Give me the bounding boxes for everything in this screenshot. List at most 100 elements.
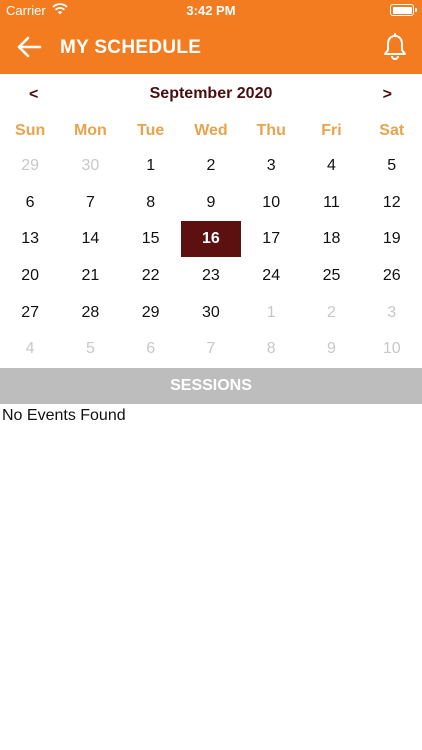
calendar-day[interactable]: 7 [181,331,241,368]
calendar-day[interactable]: 13 [0,221,60,258]
weekday-label: Tue [137,122,165,139]
calendar-grid: 29 30 1 2 3 4 5 6 7 8 9 10 11 12 13 14 15 16 17 18 19 20 21 22 2… [0,148,422,368]
weekday-label: Sat [379,122,405,139]
calendar-day[interactable]: 4 [0,331,60,368]
calendar-day[interactable]: 6 [121,331,181,368]
calendar-day[interactable]: 10 [241,185,301,222]
weekday-label: Mon [73,122,107,139]
calendar-day-number: 2 [206,157,216,175]
calendar-day[interactable]: 23 [181,258,241,295]
calendar-day-number: 12 [382,193,401,211]
calendar-day-number: 1 [146,157,156,175]
calendar-day[interactable]: 30 [181,294,241,331]
calendar-day[interactable]: 19 [362,221,422,258]
calendar-day[interactable]: 8 [241,331,301,368]
battery-icon [390,4,417,16]
calendar-day[interactable]: 21 [60,258,120,295]
calendar-day-number: 28 [81,303,100,321]
calendar-day-number: 18 [322,230,341,248]
calendar-day[interactable]: 17 [241,221,301,258]
calendar-day-number: 14 [81,230,100,248]
calendar-week-row: 27 28 29 30 1 2 3 [0,294,422,331]
calendar-day-number: 17 [262,230,281,248]
calendar-day[interactable]: 9 [301,331,361,368]
calendar-day[interactable]: 8 [121,185,181,222]
calendar-day-number: 19 [382,230,401,248]
calendar-day[interactable]: 29 [0,148,60,185]
calendar-day[interactable]: 18 [301,221,361,258]
calendar-day-number: 5 [387,157,397,175]
sessions-list: No Events Found [0,404,422,750]
calendar-day-number: 29 [141,303,160,321]
calendar-day[interactable]: 14 [60,221,120,258]
page-title: MY SCHEDULE [60,37,202,58]
calendar-day-number: 2 [327,303,336,321]
calendar-day-number: 27 [21,303,40,321]
calendar-day[interactable]: 22 [121,258,181,295]
calendar-day-selected[interactable]: 16 [180,221,241,258]
month-label: September 2020 [149,85,273,102]
bell-icon[interactable] [382,33,408,61]
calendar-day-number: 9 [206,193,216,211]
calendar-day[interactable]: 5 [362,148,422,185]
calendar-day[interactable]: 2 [301,294,361,331]
calendar-day[interactable]: 3 [362,294,422,331]
empty-state-message: No Events Found [2,407,126,424]
next-month-button[interactable]: > [383,86,392,104]
arrow-left-icon[interactable] [16,34,42,60]
nav-bar: MY SCHEDULE [0,20,422,74]
calendar-day[interactable]: 26 [362,258,422,295]
calendar-day-number: 10 [382,340,401,358]
calendar-day-number: 30 [202,303,220,321]
calendar-day[interactable]: 11 [301,185,361,222]
calendar-day[interactable]: 30 [60,148,120,185]
calendar-day[interactable]: 29 [121,294,181,331]
calendar-day[interactable]: 25 [301,258,361,295]
weekday-label: Wed [194,122,228,139]
calendar-day-number: 7 [206,340,216,358]
calendar-day-number: 25 [322,267,341,285]
calendar-day[interactable]: 4 [301,148,361,185]
calendar-day-number: 1 [266,303,276,321]
calendar-week-row: 4 5 6 7 8 9 10 [0,331,422,368]
calendar-day-number: 9 [327,340,336,358]
calendar-day-number: 3 [387,303,397,321]
calendar-day[interactable]: 1 [121,148,181,185]
calendar-day[interactable]: 1 [241,294,301,331]
calendar-day[interactable]: 10 [362,331,422,368]
calendar-day[interactable]: 27 [0,294,60,331]
calendar-day[interactable]: 3 [241,148,301,185]
calendar-day-number: 23 [202,267,220,285]
calendar-day[interactable]: 6 [0,185,60,222]
calendar-day[interactable]: 7 [60,185,120,222]
calendar-day-number: 21 [81,267,100,285]
calendar-day-number: 11 [323,193,340,211]
weekday-label: Fri [321,122,342,139]
sessions-header: SESSIONS [0,368,422,404]
calendar-day-number: 20 [21,267,40,285]
calendar-day[interactable]: 5 [60,331,120,368]
calendar-week-row: 29 30 1 2 3 4 5 [0,148,422,185]
calendar-day-number: 4 [327,157,336,175]
calendar-day-number: 26 [382,267,401,285]
calendar-day[interactable]: 12 [362,185,422,222]
calendar-day[interactable]: 24 [241,258,301,295]
calendar-day-number: 29 [21,157,40,175]
calendar-day-number: 4 [25,340,35,358]
calendar-day-number: 22 [141,267,160,285]
calendar-day-number: 8 [146,193,156,211]
calendar-day-number: 8 [266,340,276,358]
weekday-label: Sun [15,122,46,139]
calendar-day[interactable]: 9 [181,185,241,222]
calendar-day-number: 16 [180,221,241,258]
calendar-day-number: 7 [85,193,95,211]
calendar-day[interactable]: 20 [0,258,60,295]
calendar-day[interactable]: 28 [60,294,120,331]
calendar-day-number: 10 [262,193,281,211]
calendar-day-number: 6 [25,193,35,211]
calendar-week-row: 20 21 22 23 24 25 26 [0,258,422,295]
weekday-label: Thu [256,122,286,139]
calendar-day[interactable]: 2 [181,148,241,185]
status-bar: Carrier 3:42 PM [0,0,422,20]
calendar-day[interactable]: 15 [121,221,181,258]
